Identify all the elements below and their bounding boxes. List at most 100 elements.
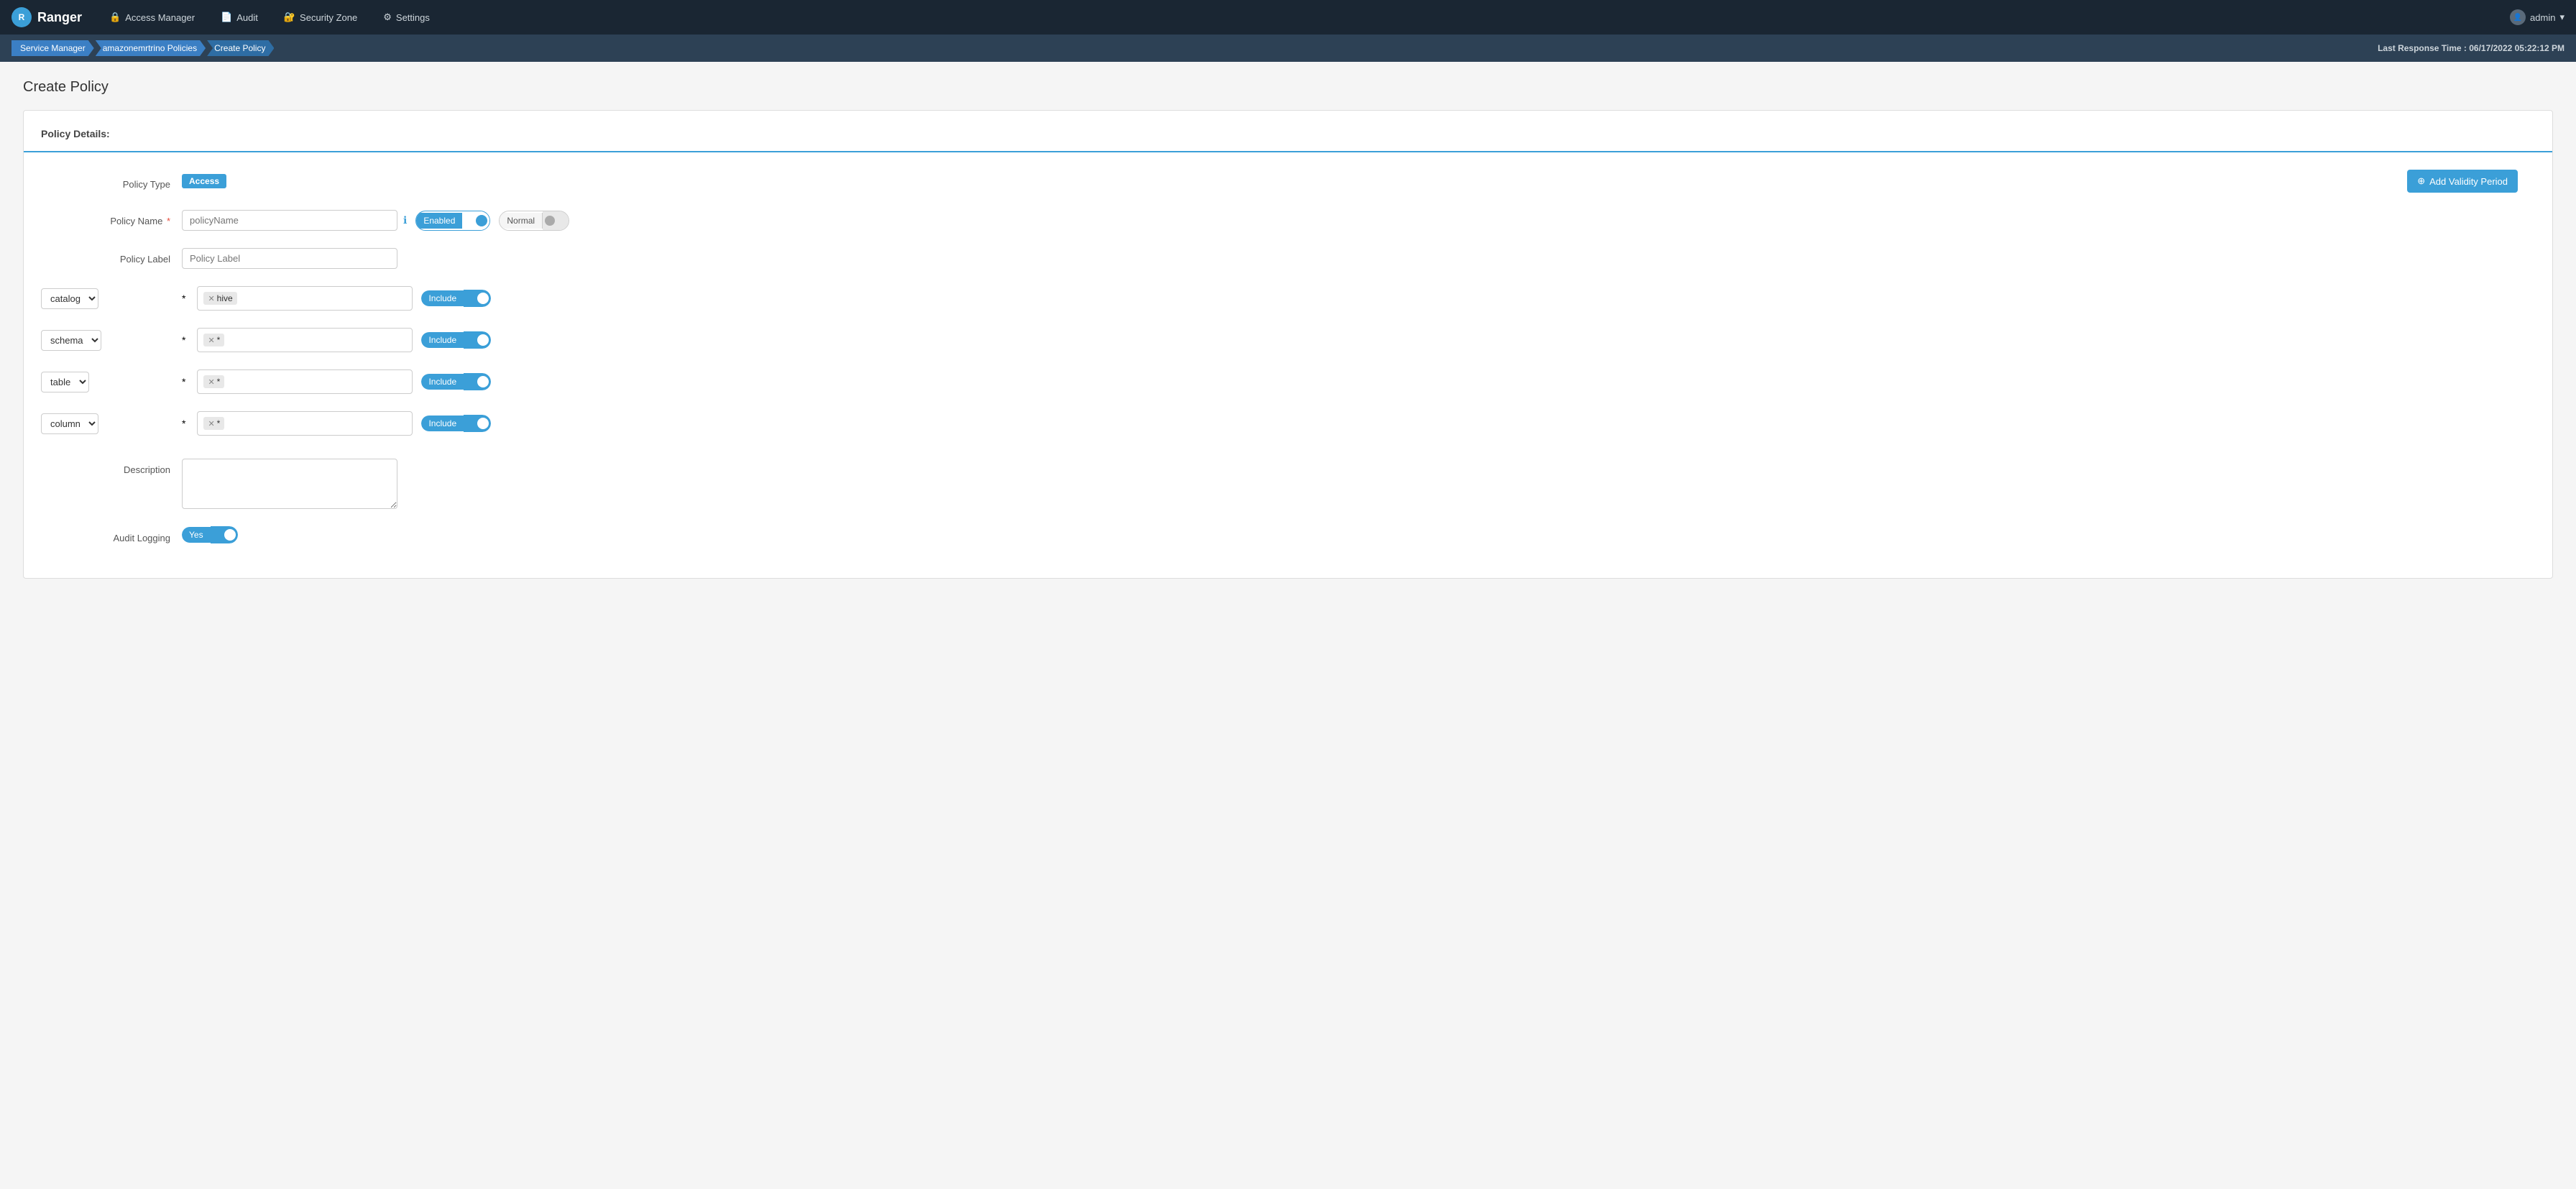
normal-switch[interactable] <box>543 211 569 230</box>
user-menu[interactable]: 👤 admin ▾ <box>2510 9 2564 25</box>
catalog-tag-value: hive <box>217 293 233 303</box>
schema-include-knob <box>477 334 489 346</box>
policy-label-row: Policy Label <box>24 242 2552 275</box>
nav-security-zone-label: Security Zone <box>300 12 357 23</box>
column-tag-wildcard: ✕ * <box>203 417 224 430</box>
nav-settings[interactable]: ⚙ Settings <box>373 0 440 35</box>
schema-select[interactable]: schema <box>41 330 101 351</box>
catalog-input[interactable]: ✕ hive <box>197 286 413 311</box>
table-select[interactable]: table <box>41 372 89 392</box>
column-include-knob <box>477 418 489 429</box>
schema-select-wrap: schema <box>41 330 170 351</box>
table-tag-input[interactable] <box>227 377 406 387</box>
schema-tag-wildcard: ✕ * <box>203 334 224 346</box>
add-validity-button[interactable]: ⊕ Add Validity Period <box>2407 170 2518 193</box>
catalog-include-toggle[interactable]: Include <box>421 290 491 307</box>
policy-type-row: Policy Type Access ⊕ Add Validity Period <box>24 170 2552 204</box>
enabled-switch[interactable] <box>462 211 489 230</box>
table-label: table <box>41 372 170 392</box>
breadcrumb-service-manager[interactable]: Service Manager <box>12 40 94 56</box>
column-include-switch[interactable] <box>464 415 491 432</box>
column-required: * <box>182 418 185 429</box>
resource-row-catalog: catalog * ✕ hive Include <box>24 280 2552 316</box>
column-select[interactable]: column <box>41 413 98 434</box>
column-tag-x[interactable]: ✕ <box>208 419 214 428</box>
catalog-tag-input[interactable] <box>240 293 407 304</box>
add-validity-label: Add Validity Period <box>2429 176 2508 187</box>
table-include-toggle[interactable]: Include <box>421 373 491 390</box>
catalog-include-switch[interactable] <box>464 290 491 307</box>
policy-name-label: Policy Name * <box>41 210 170 226</box>
nav-settings-label: Settings <box>396 12 430 23</box>
table-required: * <box>182 376 185 387</box>
audit-logging-controls: Yes <box>182 526 2535 543</box>
policy-card: Policy Details: Policy Type Access ⊕ Add… <box>23 110 2553 579</box>
catalog-label: catalog <box>41 288 170 309</box>
policy-label-input[interactable] <box>182 248 397 269</box>
security-zone-icon: 🔐 <box>284 12 295 23</box>
column-tag-input[interactable] <box>227 418 406 429</box>
catalog-select[interactable]: catalog <box>41 288 98 309</box>
brand-logo: R <box>12 7 32 27</box>
schema-include-toggle[interactable]: Include <box>421 331 491 349</box>
catalog-controls: ✕ hive Include <box>197 286 2535 311</box>
description-controls <box>182 459 2535 509</box>
schema-label: schema <box>41 330 170 351</box>
table-tag-value: * <box>217 377 221 387</box>
audit-logging-label: Audit Logging <box>41 527 170 543</box>
column-include-label: Include <box>421 416 464 431</box>
schema-tag-input[interactable] <box>227 335 406 346</box>
table-select-wrap: table <box>41 372 170 392</box>
breadcrumb-create-policy[interactable]: Create Policy <box>207 40 274 56</box>
nav-access-manager[interactable]: 🔒 Access Manager <box>99 0 205 35</box>
description-row: Description <box>24 453 2552 515</box>
table-input[interactable]: ✕ * <box>197 369 413 394</box>
audit-logging-row: Audit Logging Yes <box>24 520 2552 549</box>
brand-logo-text: R <box>19 12 25 22</box>
schema-include-label: Include <box>421 332 464 348</box>
enabled-label: Enabled <box>416 213 462 229</box>
policy-type-inner: Policy Type Access <box>41 173 226 190</box>
schema-tag-value: * <box>217 335 221 345</box>
breadcrumb-policies[interactable]: amazonemrtrino Policies <box>96 40 206 56</box>
brand[interactable]: R Ranger <box>12 7 82 27</box>
column-label: column <box>41 413 170 434</box>
normal-toggle[interactable]: Normal <box>499 211 569 231</box>
audit-icon: 📄 <box>221 12 232 23</box>
last-response-label: Last Response Time : <box>2378 43 2467 53</box>
column-include-toggle[interactable]: Include <box>421 415 491 432</box>
schema-required: * <box>182 334 185 346</box>
table-include-switch[interactable] <box>464 373 491 390</box>
column-tag-value: * <box>217 418 221 428</box>
table-tag-x[interactable]: ✕ <box>208 377 214 387</box>
enabled-toggle[interactable]: Enabled <box>415 211 490 231</box>
nav-audit[interactable]: 📄 Audit <box>211 0 268 35</box>
catalog-tag-x[interactable]: ✕ <box>208 294 214 303</box>
resource-row-table: table * ✕ * Include <box>24 364 2552 400</box>
breadcrumb: Service Manager amazonemrtrino Policies … <box>12 40 274 56</box>
table-tag-wildcard: ✕ * <box>203 375 224 388</box>
navbar: R Ranger 🔒 Access Manager 📄 Audit 🔐 Secu… <box>0 0 2576 35</box>
policy-name-controls: ℹ Enabled Normal <box>182 210 2535 231</box>
schema-input[interactable]: ✕ * <box>197 328 413 352</box>
nav-security-zone[interactable]: 🔐 Security Zone <box>274 0 367 35</box>
schema-tag-x[interactable]: ✕ <box>208 336 214 345</box>
user-name: admin <box>2530 12 2555 23</box>
catalog-include-knob <box>477 293 489 304</box>
policy-type-badge: Access <box>182 174 226 188</box>
main-content: Create Policy Policy Details: Policy Typ… <box>0 62 2576 596</box>
user-avatar: 👤 <box>2510 9 2526 25</box>
breadcrumb-bar: Service Manager amazonemrtrino Policies … <box>0 35 2576 62</box>
column-input[interactable]: ✕ * <box>197 411 413 436</box>
policy-name-input[interactable] <box>182 210 397 231</box>
audit-logging-toggle[interactable]: Yes <box>182 526 238 543</box>
schema-include-switch[interactable] <box>464 331 491 349</box>
catalog-select-wrap: catalog <box>41 288 170 309</box>
resource-row-schema: schema * ✕ * Include <box>24 322 2552 358</box>
description-textarea[interactable] <box>182 459 397 509</box>
description-label: Description <box>41 459 170 475</box>
audit-switch[interactable] <box>211 526 238 543</box>
table-controls: ✕ * Include <box>197 369 2535 394</box>
policy-type-label: Policy Type <box>41 173 170 190</box>
policy-label-label: Policy Label <box>41 248 170 265</box>
